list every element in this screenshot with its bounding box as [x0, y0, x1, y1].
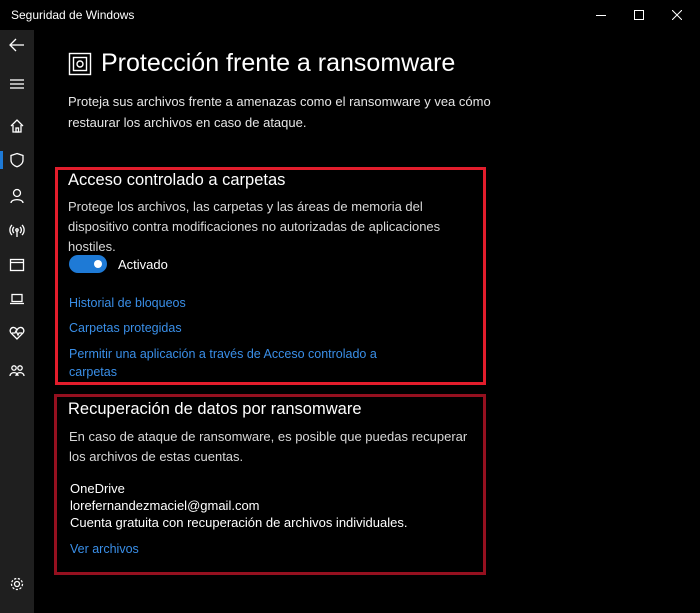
- page-description: Proteja sus archivos frente a amenazas c…: [68, 94, 491, 130]
- app-browser-icon: [9, 258, 25, 272]
- close-button[interactable]: [654, 0, 700, 30]
- ransomware-protection-icon: [68, 52, 92, 76]
- maximize-icon: [634, 10, 644, 20]
- sidebar-item-firewall[interactable]: [0, 213, 34, 247]
- home-icon: [10, 119, 24, 133]
- minimize-icon: [596, 15, 606, 16]
- network-icon: [9, 224, 25, 237]
- device-laptop-icon: [10, 293, 24, 305]
- hamburger-menu-icon: [10, 79, 24, 89]
- sidebar-item-account[interactable]: [0, 179, 34, 213]
- page-title: Protección frente a ransomware: [101, 49, 456, 77]
- sidebar-item-home[interactable]: [0, 109, 34, 143]
- close-icon: [672, 10, 682, 20]
- back-icon: [9, 38, 24, 52]
- sidebar-item-family[interactable]: [0, 354, 34, 388]
- sidebar-item-settings[interactable]: [0, 567, 34, 601]
- recovery-highlight: [54, 394, 486, 575]
- title-bar: Seguridad de Windows: [0, 0, 700, 30]
- shield-icon: [10, 152, 24, 168]
- heart-health-icon: [9, 326, 25, 340]
- back-button[interactable]: [0, 28, 34, 62]
- settings-gear-icon: [10, 577, 24, 591]
- sidebar: [0, 30, 34, 613]
- menu-button[interactable]: [0, 67, 34, 101]
- controlled-access-highlight: [55, 167, 486, 385]
- sidebar-item-device-health[interactable]: [0, 316, 34, 350]
- family-icon: [9, 365, 25, 377]
- sidebar-item-app-browser[interactable]: [0, 248, 34, 282]
- window-title: Seguridad de Windows: [11, 8, 135, 22]
- person-icon: [10, 188, 24, 204]
- sidebar-item-virus-protection[interactable]: [0, 143, 34, 177]
- sidebar-item-device-security[interactable]: [0, 282, 34, 316]
